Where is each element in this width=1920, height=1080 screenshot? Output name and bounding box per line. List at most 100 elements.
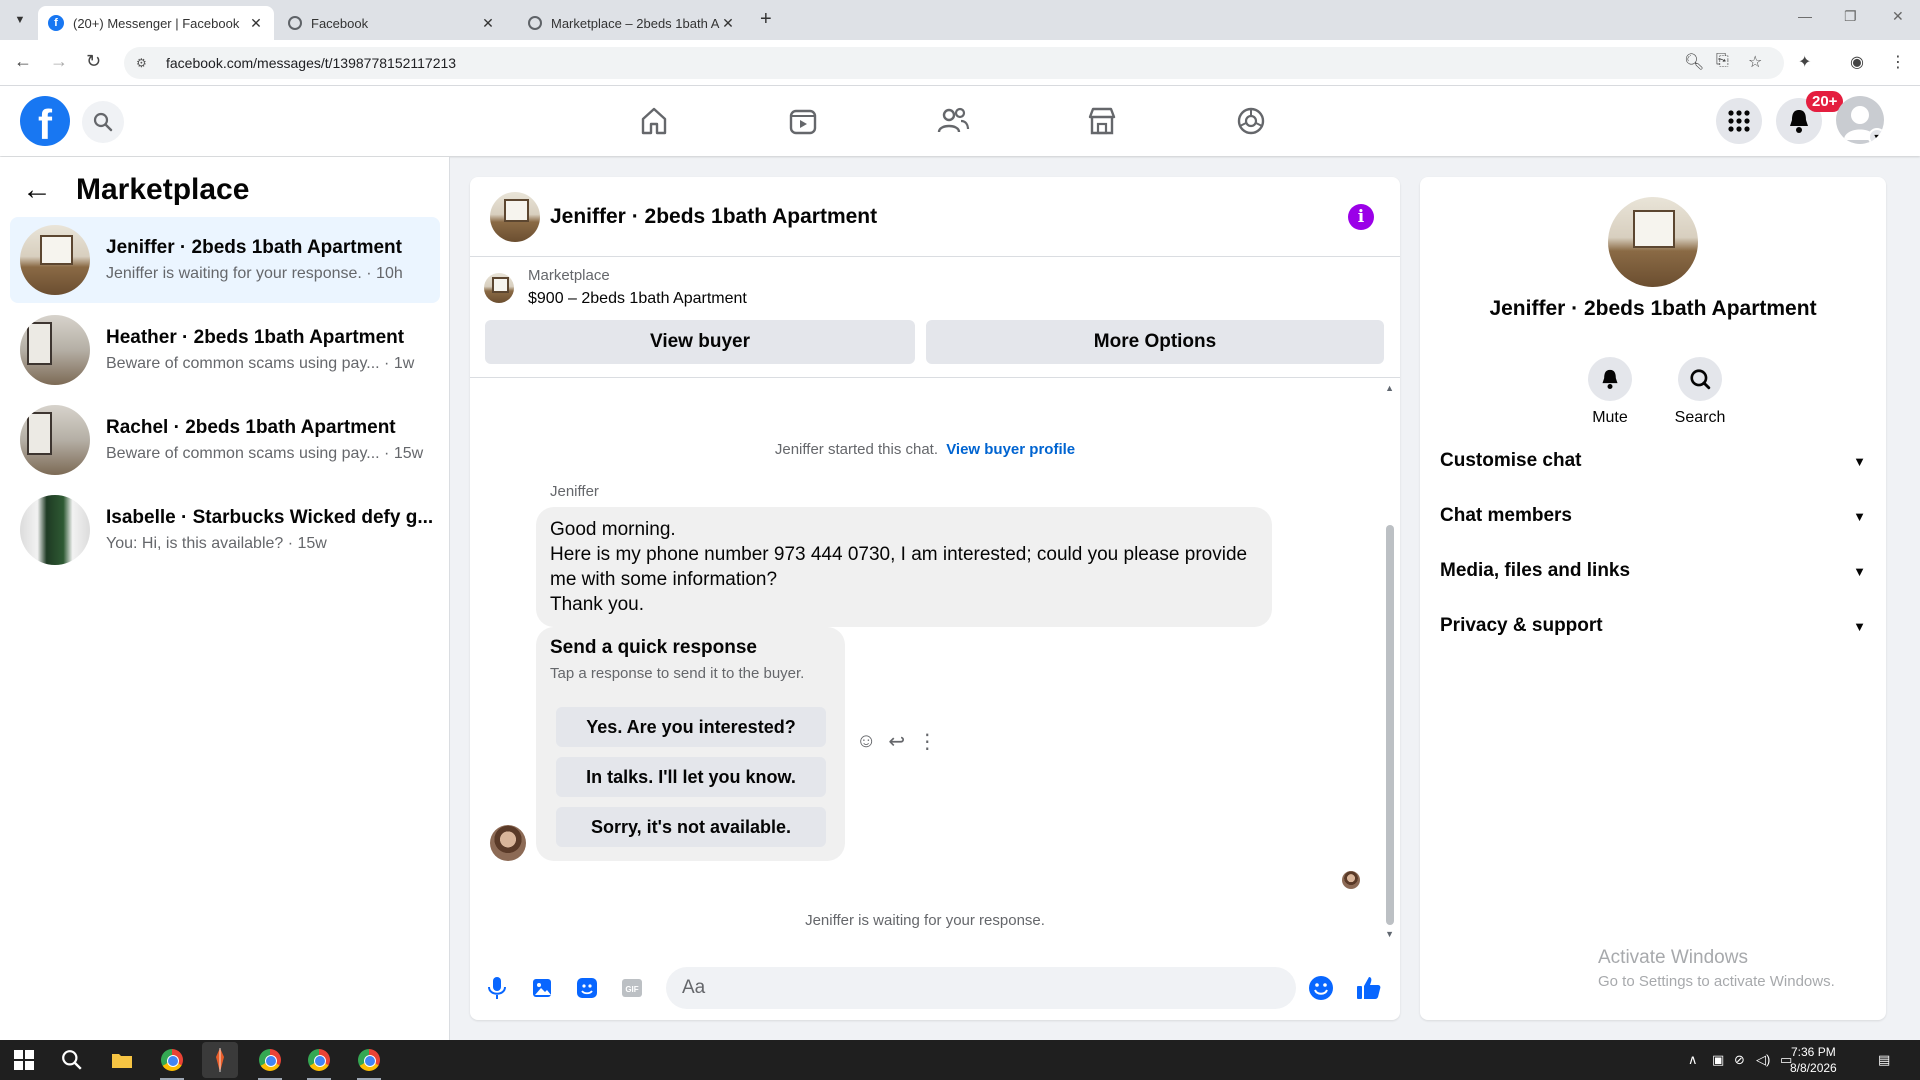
new-tab-button[interactable]: +: [760, 8, 772, 31]
sticker-icon[interactable]: [574, 975, 600, 1001]
marketplace-nav-button[interactable]: [1082, 103, 1122, 139]
conversation-item-rachel[interactable]: Rachel · 2beds 1bath Apartment Beware of…: [10, 397, 440, 483]
tab-search-dropdown[interactable]: ▼: [8, 8, 32, 32]
browser-tab-marketplace[interactable]: Marketplace – 2beds 1bath Ap ✕: [518, 6, 746, 40]
quick-response-not-available-button[interactable]: Sorry, it's not available.: [556, 807, 826, 847]
show-hidden-icons-chevron-icon[interactable]: ∧: [1688, 1052, 1698, 1068]
taskbar-search-icon[interactable]: [60, 1048, 84, 1072]
quick-response-in-talks-button[interactable]: In talks. I'll let you know.: [556, 757, 826, 797]
gif-icon[interactable]: GIF: [619, 975, 645, 1001]
reply-icon[interactable]: ↩: [888, 729, 905, 754]
install-app-icon[interactable]: ⎘: [1716, 52, 1729, 70]
chat-members-section[interactable]: Chat members ▼: [1440, 496, 1866, 536]
file-explorer-icon[interactable]: [110, 1048, 134, 1072]
close-tab-icon[interactable]: ✕: [480, 15, 496, 32]
thumbs-up-icon[interactable]: [1356, 975, 1382, 1001]
site-info-icon[interactable]: ⚙: [136, 56, 152, 70]
conversation-name: Heather · 2beds 1bath Apartment: [106, 327, 405, 348]
section-label: Privacy & support: [1440, 615, 1603, 636]
facebook-search-button[interactable]: [82, 101, 124, 143]
gaming-icon: [1237, 107, 1265, 135]
quick-response-yes-button[interactable]: Yes. Are you interested?: [556, 707, 826, 747]
facebook-logo-icon[interactable]: f: [20, 96, 70, 146]
chat-details-panel: Jeniffer · 2beds 1bath Apartment Mute Se…: [1420, 177, 1886, 1020]
conversation-name: Rachel · 2beds 1bath Apartment: [106, 417, 396, 438]
marketplace-store-icon: [1088, 107, 1116, 135]
watermark-title: Activate Windows: [1598, 947, 1748, 968]
chrome-taskbar-icon[interactable]: [160, 1048, 184, 1072]
minimize-icon[interactable]: —: [1798, 8, 1812, 24]
notification-center-icon[interactable]: ▤: [1878, 1052, 1890, 1068]
chrome-taskbar-icon[interactable]: [258, 1048, 282, 1072]
taskbar-clock[interactable]: 7:36 PM 8/8/2026: [1790, 1044, 1837, 1076]
network-icon[interactable]: ⊘: [1734, 1052, 1745, 1068]
home-nav-button[interactable]: [634, 103, 674, 139]
scroll-down-arrow-icon[interactable]: ▼: [1385, 929, 1394, 939]
menu-button[interactable]: [1716, 98, 1762, 144]
section-label: Media, files and links: [1440, 560, 1631, 581]
chevron-down-icon: ▼: [1853, 453, 1866, 469]
back-arrow-icon[interactable]: ←: [22, 173, 52, 207]
close-tab-icon[interactable]: ✕: [720, 15, 736, 32]
chat-thumbnail[interactable]: [490, 192, 540, 242]
search-in-chat-button[interactable]: Search: [1660, 357, 1740, 427]
customise-chat-section[interactable]: Customise chat ▼: [1440, 441, 1866, 481]
profile-icon[interactable]: ◉: [1850, 52, 1864, 72]
listing-price-title: $900 – 2beds 1bath Apartment: [528, 290, 747, 307]
zoom-icon[interactable]: 🔍︎: [1684, 52, 1704, 72]
tray-device-icon[interactable]: ▣: [1712, 1052, 1724, 1068]
chat-title[interactable]: Jeniffer · 2beds 1bath Apartment: [550, 205, 877, 229]
sender-avatar[interactable]: [490, 825, 526, 861]
emoji-icon[interactable]: [1308, 975, 1334, 1001]
restore-icon[interactable]: ❐: [1844, 8, 1857, 25]
close-tab-icon[interactable]: ✕: [248, 15, 264, 32]
close-window-icon[interactable]: ✕: [1892, 8, 1904, 25]
view-buyer-button[interactable]: View buyer: [485, 320, 915, 364]
scroll-up-arrow-icon[interactable]: ▲: [1385, 383, 1394, 393]
active-app-taskbar-icon[interactable]: [202, 1042, 238, 1078]
video-nav-button[interactable]: [783, 103, 823, 139]
view-buyer-profile-link[interactable]: View buyer profile: [946, 441, 1075, 458]
svg-text:GIF: GIF: [625, 985, 638, 994]
back-arrow-icon[interactable]: ←: [14, 51, 32, 72]
listing-thumbnail: [484, 273, 514, 303]
tab-title: Marketplace – 2beds 1bath Ap: [551, 15, 720, 31]
microphone-icon[interactable]: [484, 975, 510, 1001]
bookmark-star-icon[interactable]: ☆: [1748, 52, 1762, 72]
privacy-support-section[interactable]: Privacy & support ▼: [1440, 606, 1866, 646]
conversation-item-isabelle[interactable]: Isabelle · Starbucks Wicked defy g... Yo…: [10, 487, 440, 573]
gaming-nav-button[interactable]: [1231, 103, 1271, 139]
scrollbar-thumb[interactable]: [1386, 525, 1394, 925]
volume-icon[interactable]: ◁): [1756, 1052, 1770, 1068]
windows-activation-watermark: Activate Windows Go to Settings to activ…: [1598, 947, 1835, 990]
windows-start-icon[interactable]: [12, 1048, 36, 1072]
more-options-button[interactable]: More Options: [926, 320, 1384, 364]
browser-tab-messenger[interactable]: f (20+) Messenger | Facebook ✕: [38, 6, 274, 40]
address-bar[interactable]: ⚙ facebook.com/messages/t/13987781521172…: [124, 47, 1784, 79]
browser-tab-facebook[interactable]: Facebook ✕: [278, 6, 506, 40]
more-actions-icon[interactable]: ⋮: [917, 729, 937, 754]
photo-attach-icon[interactable]: [529, 975, 555, 1001]
forward-arrow-icon[interactable]: →: [50, 51, 68, 72]
extensions-icon[interactable]: ✦: [1798, 52, 1811, 72]
account-avatar[interactable]: ▼: [1836, 96, 1884, 144]
react-emoji-icon[interactable]: ☺: [856, 730, 876, 753]
clock-time: 7:36 PM: [1791, 1045, 1836, 1059]
details-thumbnail[interactable]: [1608, 197, 1698, 287]
friends-nav-button[interactable]: [933, 103, 973, 139]
media-files-links-section[interactable]: Media, files and links ▼: [1440, 551, 1866, 591]
chevron-down-icon: ▼: [1853, 508, 1866, 524]
conversation-item-jeniffer[interactable]: Jeniffer · 2beds 1bath Apartment Jeniffe…: [10, 217, 440, 303]
chrome-taskbar-icon[interactable]: [357, 1048, 381, 1072]
info-icon[interactable]: i: [1348, 204, 1374, 230]
conversation-item-heather[interactable]: Heather · 2beds 1bath Apartment Beware o…: [10, 307, 440, 393]
browser-menu-icon[interactable]: ⋮: [1890, 52, 1906, 72]
mute-button[interactable]: Mute: [1570, 357, 1650, 427]
reload-icon[interactable]: ↻: [86, 51, 101, 72]
message-input[interactable]: Aa: [666, 967, 1296, 1009]
message-bubble[interactable]: Good morning. Here is my phone number 97…: [536, 507, 1272, 627]
conversation-snippet: Beware of common scams using pay... · 1w: [106, 355, 415, 372]
chrome-taskbar-icon[interactable]: [307, 1048, 331, 1072]
chat-panel: Jeniffer · 2beds 1bath Apartment i Marke…: [470, 177, 1400, 1020]
seen-indicator-avatar: [1342, 871, 1360, 889]
